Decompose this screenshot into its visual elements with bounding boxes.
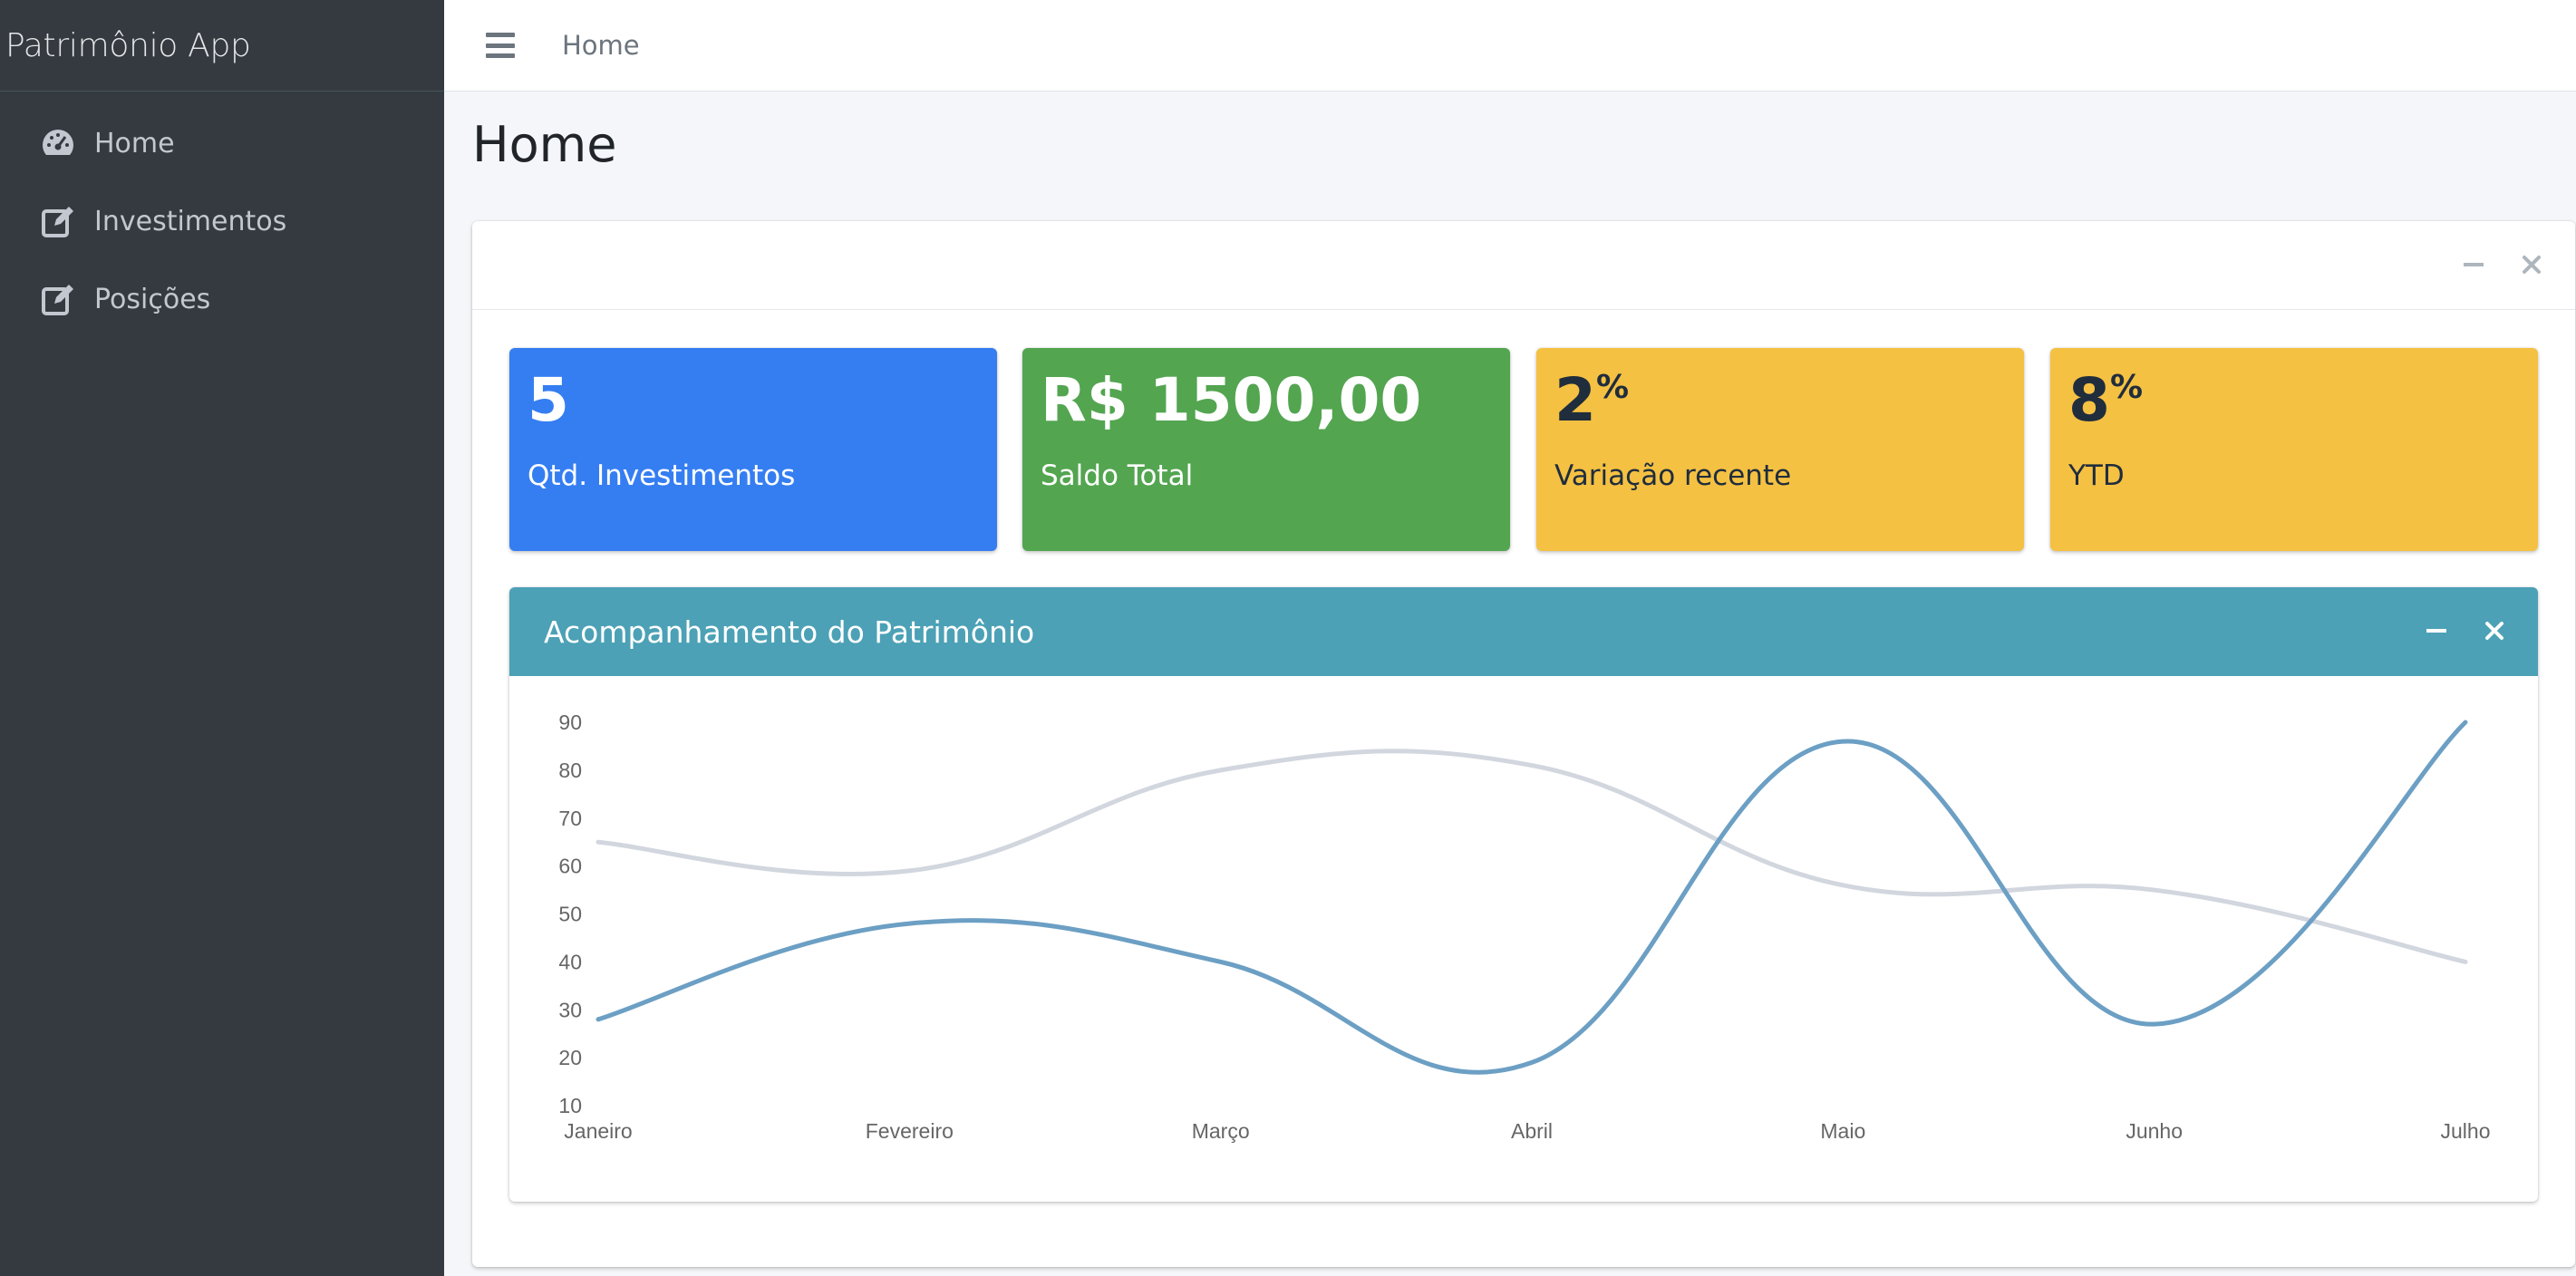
y-tick-label: 60 <box>558 855 582 878</box>
remove-button[interactable] <box>2515 248 2548 281</box>
y-tick-label: 10 <box>558 1094 582 1117</box>
x-tick-label: Janeiro <box>564 1119 632 1143</box>
sidebar-item-label: Posições <box>94 283 211 315</box>
y-tick-label: 50 <box>558 903 582 926</box>
close-icon <box>2523 256 2541 274</box>
stat-label: YTD <box>2068 459 2125 492</box>
x-tick-label: Maio <box>1820 1119 1865 1143</box>
sidebar-item-posicoes[interactable]: Posições <box>0 260 444 338</box>
brand-text: Patrimônio App <box>5 26 251 64</box>
stat-value: 2% <box>1554 365 1630 435</box>
stat-box-balance: R$ 1500,00 Saldo Total <box>1022 348 1510 551</box>
edit-icon <box>40 281 76 317</box>
chart-card-tools <box>2420 614 2511 647</box>
sidebar-item-label: Home <box>94 127 175 160</box>
card-header <box>472 221 2575 310</box>
close-icon <box>2485 622 2503 640</box>
y-tick-label: 80 <box>558 759 582 782</box>
minus-icon <box>2426 629 2446 633</box>
sidebar-item-home[interactable]: Home <box>0 104 444 182</box>
card-tools <box>2457 248 2548 281</box>
menu-toggle-icon[interactable] <box>486 33 515 58</box>
chart-collapse-button[interactable] <box>2420 614 2453 647</box>
stat-box-investments: 5 Qtd. Investimentos <box>509 348 997 551</box>
x-tick-label: Fevereiro <box>866 1119 954 1143</box>
chart-card-title: Acompanhamento do Patrimônio <box>544 614 1035 650</box>
y-tick-label: 70 <box>558 807 582 830</box>
minus-icon <box>2464 263 2484 266</box>
sidebar: Patrimônio App Home Investimentos Posiçõ… <box>0 0 444 1276</box>
stat-label: Qtd. Investimentos <box>528 459 796 492</box>
series-line-2 <box>596 720 2468 1075</box>
tachometer-icon <box>40 125 76 161</box>
chart-remove-button[interactable] <box>2478 614 2511 647</box>
edit-icon <box>40 203 76 239</box>
sidebar-item-label: Investimentos <box>94 205 287 237</box>
stat-box-ytd: 8% YTD <box>2050 348 2538 551</box>
y-tick-label: 30 <box>558 998 582 1021</box>
x-tick-label: Abril <box>1511 1119 1553 1143</box>
line-chart: 10 20 30 40 50 60 70 80 90 Janeiro Fevereiro Março A… <box>558 710 2491 1143</box>
y-tick-label: 90 <box>558 710 582 734</box>
stat-value: 8% <box>2068 365 2144 435</box>
chart-card-header: Acompanhamento do Patrimônio <box>509 587 2538 676</box>
y-tick-label: 20 <box>558 1046 582 1069</box>
x-tick-label: Março <box>1192 1119 1250 1143</box>
stat-label: Saldo Total <box>1041 459 1194 492</box>
stat-label: Variação recente <box>1554 459 1792 492</box>
stat-box-recent-variation: 2% Variação recente <box>1536 348 2024 551</box>
y-tick-label: 40 <box>558 950 582 973</box>
series-line-1 <box>596 749 2468 964</box>
page-title: Home <box>472 116 617 173</box>
chart-card: Acompanhamento do Patrimônio 10 20 30 40 50 6… <box>509 587 2538 1202</box>
collapse-button[interactable] <box>2457 248 2490 281</box>
stat-value: 5 <box>528 365 569 435</box>
stat-value: R$ 1500,00 <box>1041 365 1422 435</box>
sidebar-nav: Home Investimentos Posições <box>0 92 444 338</box>
nav-link-home[interactable]: Home <box>562 30 640 61</box>
brand-link[interactable]: Patrimônio App <box>0 0 444 92</box>
top-navbar: Home <box>444 0 2576 92</box>
x-tick-label: Junho <box>2126 1119 2183 1143</box>
sidebar-item-investimentos[interactable]: Investimentos <box>0 182 444 260</box>
x-tick-label: Julho <box>2441 1119 2491 1143</box>
